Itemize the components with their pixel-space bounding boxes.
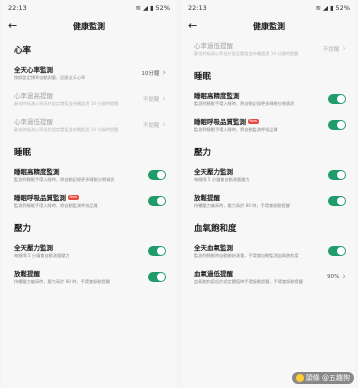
settings-list: 睡眠 睡眠高精度監測 監測到睡眠手環入睡時，將自動記錄更多睡眠分期資訊 睡眠呼吸品… (182, 62, 356, 290)
setting-row[interactable]: 睡眠高精度監測 監測到睡眠手環入睡時，將自動記錄更多睡眠分期資訊 (182, 86, 356, 112)
setting-row[interactable]: 全天壓力監測 每間隔 5 分鐘會自動測量壓力 (2, 238, 176, 264)
wifi-icon: ≋ (135, 4, 141, 12)
setting-value: 90% (327, 274, 340, 280)
watermark: 頭條 @五趣狗 (291, 372, 354, 384)
setting-desc: 靜坐時檢測心率低於設定閾值並持續超過 10 分鐘時提醒 (14, 126, 119, 132)
setting-desc: 按照設定頻率自動測量，記錄全天心率 (14, 74, 86, 80)
battery-icon: ▮ (329, 4, 334, 12)
new-badge: New (248, 119, 259, 124)
setting-row[interactable]: 全天血氧監測 監測到睡眠時自動開始測量，手環會自動監測血氧飽和度 (182, 238, 356, 264)
toggle-switch[interactable] (328, 120, 346, 130)
toggle-switch[interactable] (328, 196, 346, 206)
header: ← 健康監測 (2, 16, 176, 36)
setting-title: 放鬆提醒 (14, 269, 40, 278)
settings-list: 心率 全天心率監測 按照設定頻率自動測量，記錄全天心率 10分鐘 › 心率過高提醒 靜坐… (2, 36, 176, 290)
battery-level: 52% (155, 4, 170, 12)
setting-desc: 持續壓力偏高時，壓力高於 80 時，手環會振動提醒 (14, 278, 110, 284)
section-heading: 壓力 (14, 224, 32, 234)
chevron-right-icon: › (162, 94, 166, 104)
section-heading: 睡眠 (194, 72, 212, 82)
setting-desc: 監測到睡眠時自動開始測量，手環會自動監測血氧飽和度 (194, 252, 299, 258)
setting-desc: 血氧飽和度低於設定閾值時手環振動提醒，手環會振動提醒 (194, 278, 303, 284)
toggle-switch[interactable] (148, 170, 166, 180)
setting-row[interactable]: 放鬆提醒 持續壓力偏高時，壓力高於 80 時，手環會振動提醒 (182, 188, 356, 214)
setting-desc: 監測到睡眠手環入睡時，將自動監測呼吸品質 (194, 126, 278, 132)
header: ← 健康監測 (182, 16, 356, 36)
section-heading: 睡眠 (14, 148, 32, 158)
setting-title: 睡眠高精度監測 (14, 167, 60, 176)
setting-title: 心率過低提醒 (14, 117, 53, 126)
setting-desc: 持續壓力偏高時，壓力高於 80 時，手環會振動提醒 (194, 202, 290, 208)
toggle-switch[interactable] (148, 196, 166, 206)
page-title: 健康監測 (253, 21, 285, 31)
chevron-right-icon: › (342, 44, 346, 54)
setting-row-heart-rate-low[interactable]: 心率過低提醒 靜坐時檢測心率低於設定閾值並持續超過 10 分鐘時提醒 不提醒 › (182, 36, 356, 62)
setting-row[interactable]: 睡眠呼吸品質監測 New 監測到睡眠手環入睡時，將自動監測呼吸品質 (2, 188, 176, 214)
setting-title: 睡眠呼吸品質監測 New (14, 193, 79, 202)
setting-row[interactable]: 睡眠高精度監測 監測到睡眠手環入睡時，將自動記錄更多睡眠分期資訊 (2, 162, 176, 188)
battery-level: 52% (335, 4, 350, 12)
toggle-switch[interactable] (328, 246, 346, 256)
setting-row[interactable]: 放鬆提醒 持續壓力偏高時，壓力高於 80 時，手環會振動提醒 (2, 264, 176, 290)
left-screen: 22:13 ≋ ◢ ▮ 52% ← 健康監測 心率 全天心率監測 按照設定頻率自動… (2, 0, 176, 388)
setting-title: 睡眠呼吸品質監測 New (194, 117, 259, 126)
setting-row[interactable]: 心率過高提醒 靜坐時檢測心率高於設定閾值並持續超過 10 分鐘時提醒 不提醒 › (2, 86, 176, 112)
section-heading: 血氧飽和度 (194, 224, 237, 234)
setting-desc: 監測到睡眠手環入睡時，將自動監測呼吸品質 (14, 202, 98, 208)
back-arrow-icon[interactable]: ← (188, 19, 197, 32)
setting-value: 不提醒 (142, 123, 160, 129)
setting-title: 全天血氧監測 (194, 243, 233, 252)
chevron-right-icon: › (162, 120, 166, 130)
page-title: 健康監測 (73, 21, 105, 31)
setting-value: 10分鐘 (141, 71, 160, 77)
setting-title: 血氧過低提醒 (194, 269, 233, 278)
setting-title: 睡眠高精度監測 (194, 91, 240, 100)
setting-row[interactable]: 心率過低提醒 靜坐時檢測心率低於設定閾值並持續超過 10 分鐘時提醒 不提醒 › (2, 112, 176, 138)
setting-row[interactable]: 全天心率監測 按照設定頻率自動測量，記錄全天心率 10分鐘 › (2, 60, 176, 86)
wifi-icon: ≋ (315, 4, 321, 12)
status-time: 22:13 (8, 4, 27, 12)
battery-icon: ▮ (149, 4, 154, 12)
toggle-switch[interactable] (148, 246, 166, 256)
setting-desc: 靜坐時檢測心率高於設定閾值並持續超過 10 分鐘時提醒 (14, 100, 119, 106)
toggle-switch[interactable] (328, 170, 346, 180)
setting-title: 全天壓力監測 (14, 243, 53, 252)
right-screen: 22:13 ≋ ◢ ▮ 52% ← 健康監測 心率過低提醒 靜坐時檢測心率低於設… (182, 0, 356, 388)
setting-desc: 每間隔 5 分鐘會自動測量壓力 (14, 252, 70, 258)
setting-desc: 靜坐時檢測心率低於設定閾值並持續超過 10 分鐘時提醒 (194, 50, 299, 56)
setting-row[interactable]: 睡眠呼吸品質監測 New 監測到睡眠手環入睡時，將自動監測呼吸品質 (182, 112, 356, 138)
setting-title: 心率過高提醒 (14, 91, 53, 100)
chevron-right-icon: › (342, 272, 346, 282)
setting-desc: 監測到睡眠手環入睡時，將自動記錄更多睡眠分期資訊 (194, 100, 295, 106)
setting-title: 全天壓力監測 (194, 167, 233, 176)
logo-icon (295, 374, 304, 382)
chevron-right-icon: › (162, 68, 166, 78)
back-arrow-icon[interactable]: ← (8, 19, 17, 32)
setting-value: 不提醒 (142, 97, 160, 103)
watermark-text: 頭條 @五趣狗 (305, 374, 350, 382)
toggle-switch[interactable] (148, 272, 166, 282)
section-heading: 壓力 (194, 148, 212, 158)
setting-desc: 每間隔 5 分鐘會自動測量壓力 (194, 176, 250, 182)
new-badge: New (68, 195, 79, 200)
status-bar: 22:13 ≋ ◢ ▮ 52% (2, 0, 176, 16)
setting-desc: 監測到睡眠手環入睡時，將自動記錄更多睡眠分期資訊 (14, 176, 115, 182)
signal-icon: ◢ (322, 4, 328, 12)
setting-row[interactable]: 血氧過低提醒 血氧飽和度低於設定閾值時手環振動提醒，手環會振動提醒 90% › (182, 264, 356, 290)
setting-title: 全天心率監測 (14, 65, 53, 74)
setting-title: 放鬆提醒 (194, 193, 220, 202)
setting-row[interactable]: 全天壓力監測 每間隔 5 分鐘會自動測量壓力 (182, 162, 356, 188)
status-time: 22:13 (188, 4, 207, 12)
setting-value: 不提醒 (322, 47, 340, 53)
status-bar: 22:13 ≋ ◢ ▮ 52% (182, 0, 356, 16)
section-heading: 心率 (14, 46, 32, 56)
signal-icon: ◢ (142, 4, 148, 12)
setting-title: 心率過低提醒 (194, 41, 233, 50)
toggle-switch[interactable] (328, 94, 346, 104)
